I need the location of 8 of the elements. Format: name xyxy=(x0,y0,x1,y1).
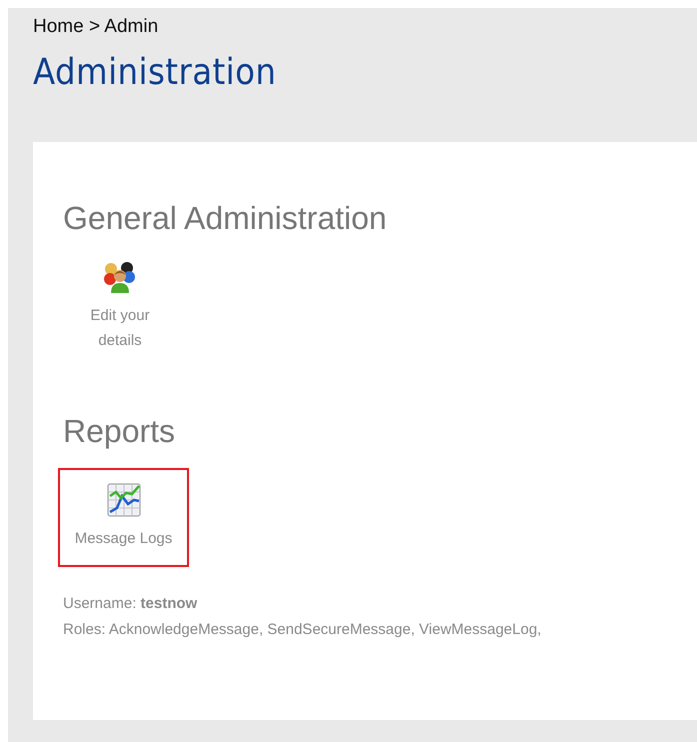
section-heading: General Administration xyxy=(63,200,388,237)
page-title: Administration xyxy=(33,52,278,93)
user-info-text: Username: testnow xyxy=(63,594,198,614)
admin-link[interactable]: Edit your details xyxy=(85,255,155,369)
breadcrumb: Home > Admin xyxy=(33,16,160,38)
section-heading: Reports xyxy=(63,413,176,450)
user-info-text: Roles: AcknowledgeMessage, SendSecureMessage, ViewMessageLog, xyxy=(63,620,542,640)
admin-link[interactable]: Message Logs xyxy=(58,468,189,567)
